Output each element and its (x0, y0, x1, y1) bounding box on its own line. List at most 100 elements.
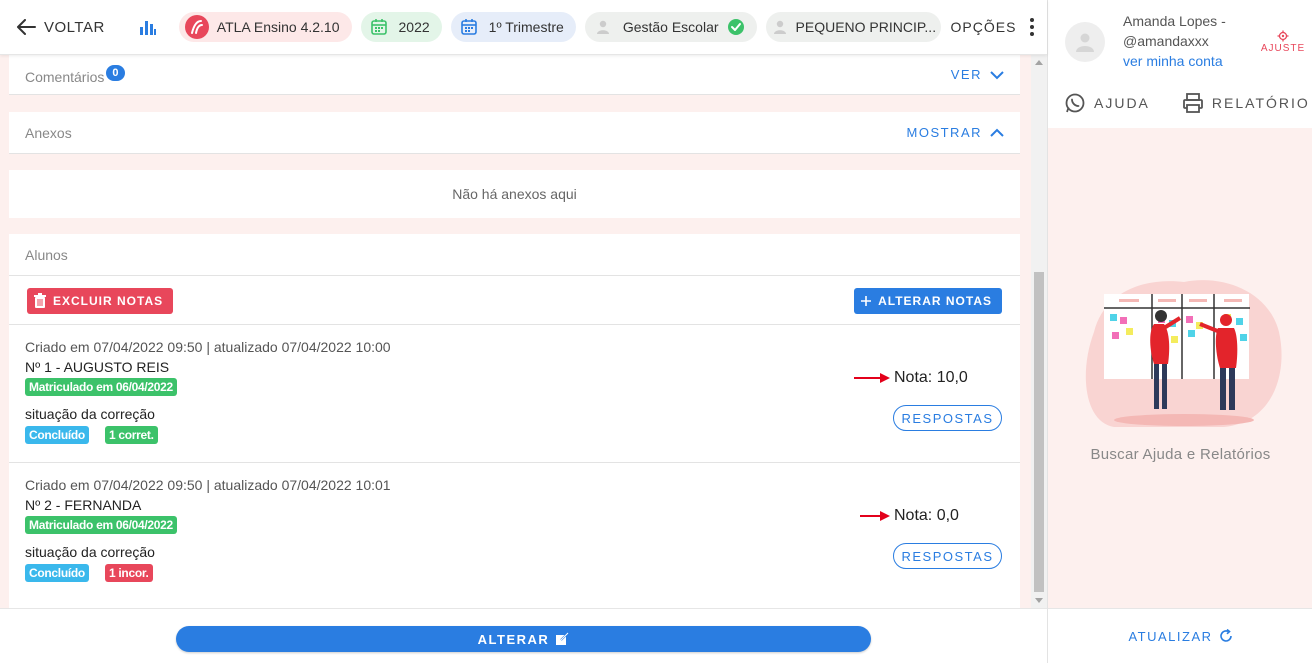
chip-atla-label: ATLA Ensino 4.2.10 (216, 19, 340, 35)
student-row: Criado em 07/04/2022 09:50 | atualizado … (9, 462, 1020, 600)
options-menu-button[interactable]: OPÇÕES (951, 18, 1035, 36)
student-meta: Criado em 07/04/2022 09:50 | atualizado … (25, 339, 391, 355)
user-name: Amanda Lopes - @amandaxxx (1123, 13, 1226, 49)
comments-section: Comentários 0 VER (9, 55, 1020, 95)
attachments-toggle-label: MOSTRAR (906, 125, 982, 140)
main-content: Comentários 0 VER Anexos MOSTRAR Não há a… (0, 55, 1047, 608)
comments-title-text: Comentários (25, 68, 105, 85)
comments-title: Comentários 0 (25, 64, 125, 85)
arrow-left-icon (17, 19, 36, 35)
enrolled-badge: Matriculado em 06/04/2022 (25, 378, 177, 396)
students-toolbar: EXCLUIR NOTAS ALTERAR NOTAS (9, 276, 1020, 324)
right-bottom-bar: ATUALIZAR (1048, 608, 1312, 663)
alterar-label: ALTERAR (477, 631, 550, 647)
chip-school-label: PEQUENO PRINCIP... (795, 19, 937, 35)
settings-label: AJUSTE (1260, 43, 1306, 54)
main-scrollbar[interactable] (1031, 55, 1047, 608)
enrolled-badge: Matriculado em 06/04/2022 (25, 516, 177, 534)
comments-count-badge: 0 (106, 64, 125, 81)
calendar-icon (367, 15, 391, 39)
right-actions: AJUDA RELATÓRIO (1048, 92, 1312, 114)
atla-logo-icon (184, 15, 209, 39)
edit-grades-label: ALTERAR NOTAS (878, 294, 992, 308)
refresh-icon (1219, 629, 1232, 642)
students-section: Alunos EXCLUIR NOTAS ALTERAR NOTAS Criad… (9, 234, 1020, 608)
delete-grades-button[interactable]: EXCLUIR NOTAS (27, 288, 174, 314)
user-icon (772, 15, 788, 39)
report-label: RELATÓRIO (1211, 95, 1310, 111)
status-badge: Concluído (25, 426, 89, 444)
scroll-down-arrow[interactable] (1035, 598, 1043, 603)
arrow-right-icon (860, 511, 890, 521)
account-link[interactable]: ver minha conta (1123, 53, 1223, 69)
grade-value: Nota: 10,0 (894, 369, 968, 386)
attachments-header: Anexos MOSTRAR (9, 112, 1020, 154)
user-icon (591, 15, 615, 39)
comments-header: Comentários 0 VER (9, 55, 1020, 95)
bottom-bar: ALTERAR (0, 608, 1047, 663)
plus-icon (861, 296, 872, 306)
comments-toggle-label: VER (950, 67, 982, 82)
user-card: Amanda Lopes - @amandaxxx ver minha cont… (1048, 0, 1312, 128)
attachments-section: Anexos MOSTRAR (9, 112, 1020, 154)
avatar[interactable] (1065, 22, 1105, 62)
student-row: Criado em 07/04/2022 09:50 | atualizado … (9, 324, 1020, 462)
delete-grades-label: EXCLUIR NOTAS (53, 294, 164, 308)
answers-button[interactable]: RESPOSTAS (893, 543, 1002, 569)
refresh-label: ATUALIZAR (1128, 628, 1213, 644)
right-panel: Amanda Lopes - @amandaxxx ver minha cont… (1047, 0, 1312, 663)
attachments-toggle[interactable]: MOSTRAR (907, 125, 1005, 140)
edit-icon (556, 632, 570, 645)
scrollbar-thumb[interactable] (1034, 272, 1044, 592)
correction-badge: 1 corret. (104, 426, 158, 444)
attachments-empty: Não há anexos aqui (9, 170, 1020, 218)
help-button[interactable]: AJUDA (1064, 92, 1150, 114)
chip-gestao[interactable]: Gestão Escolar (584, 12, 757, 42)
top-bar: VOLTAR ATLA Ensino 4.2.10 2022 1º Trimes… (0, 0, 1047, 55)
printer-icon (1183, 93, 1203, 113)
chip-year-label: 2022 (398, 19, 430, 35)
comments-toggle[interactable]: VER (951, 67, 1004, 82)
back-label: VOLTAR (44, 18, 105, 36)
chip-gestao-label: Gestão Escolar (622, 19, 719, 35)
chip-trimester[interactable]: 1º Trimestre (450, 12, 576, 42)
illustration-caption: Buscar Ajuda e Relatórios (1090, 446, 1271, 463)
status-badge: Concluído (25, 564, 89, 582)
chevron-down-icon (990, 70, 1004, 79)
student-meta: Criado em 07/04/2022 09:50 | atualizado … (25, 477, 391, 493)
help-label: AJUDA (1094, 95, 1150, 111)
chip-trimester-label: 1º Trimestre (488, 19, 564, 35)
trash-icon (34, 293, 46, 308)
student-name: Nº 1 - AUGUSTO REIS (25, 359, 170, 375)
more-vertical-icon (1030, 18, 1035, 36)
refresh-button[interactable]: ATUALIZAR (1128, 629, 1232, 644)
report-button[interactable]: RELATÓRIO (1182, 92, 1310, 114)
alterar-button[interactable]: ALTERAR (176, 626, 871, 652)
settings-button[interactable]: AJUSTE (1258, 30, 1308, 54)
back-button[interactable]: VOLTAR (16, 19, 105, 36)
user-icon (1076, 33, 1094, 52)
grade-display: Nota: 0,0 (860, 507, 959, 525)
arrow-right-icon (854, 373, 890, 383)
calendar-icon (457, 15, 481, 39)
correction-badge: 1 incor. (104, 564, 153, 582)
students-header: Alunos (9, 234, 1020, 276)
grade-value: Nota: 0,0 (894, 507, 959, 524)
grade-display: Nota: 10,0 (854, 369, 968, 387)
attachments-empty-text: Não há anexos aqui (452, 186, 577, 202)
check-circle-icon (727, 18, 745, 36)
help-illustration (1085, 280, 1282, 427)
edit-grades-button[interactable]: ALTERAR NOTAS (854, 288, 1002, 314)
bar-chart-icon[interactable] (139, 18, 157, 36)
attachments-title: Anexos (25, 124, 72, 141)
correction-status-label: situação da correção (25, 406, 155, 422)
correction-status-label: situação da correção (25, 544, 155, 560)
options-label: OPÇÕES (950, 19, 1017, 35)
students-title: Alunos (25, 246, 68, 263)
gear-icon (1277, 30, 1289, 42)
scroll-up-arrow[interactable] (1035, 60, 1043, 65)
chip-year[interactable]: 2022 (360, 12, 442, 42)
chip-school[interactable]: PEQUENO PRINCIP... (765, 12, 941, 42)
answers-button[interactable]: RESPOSTAS (893, 405, 1002, 431)
chip-atla-version[interactable]: ATLA Ensino 4.2.10 (178, 12, 352, 42)
